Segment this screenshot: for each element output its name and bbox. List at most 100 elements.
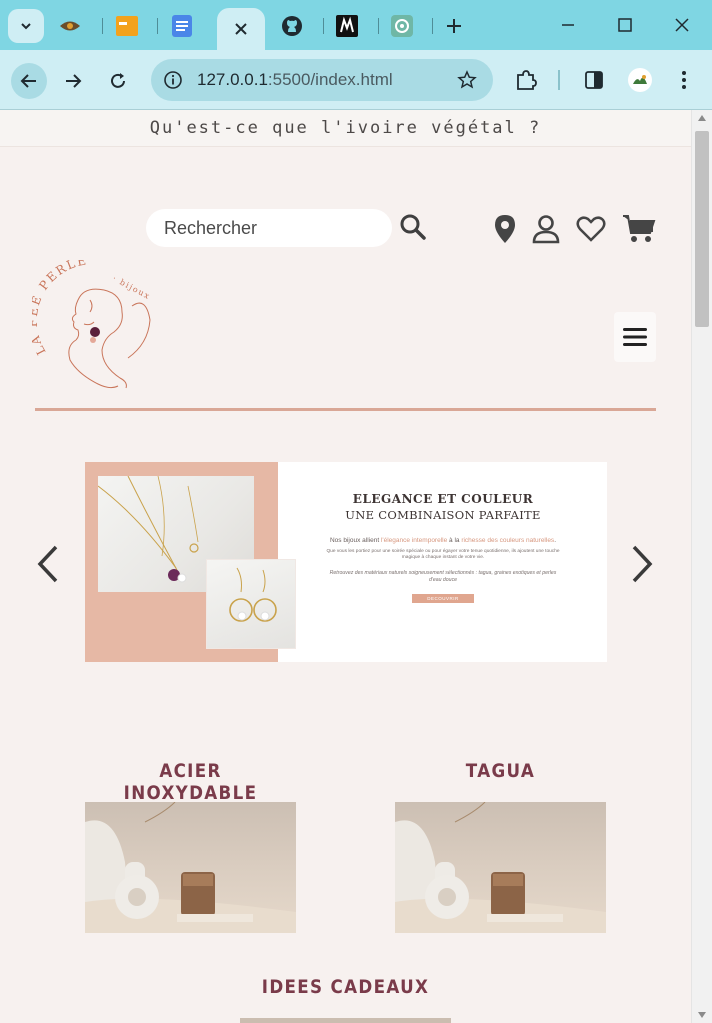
search-input[interactable] (164, 209, 384, 247)
slide-para-text: Nos bijoux allient (329, 537, 381, 544)
earring-drop (90, 337, 96, 343)
browser-menu-button[interactable] (670, 66, 698, 94)
store-locator-button[interactable] (488, 212, 522, 246)
slider-next-button[interactable] (628, 544, 656, 584)
hero-slide[interactable]: ELEGANCE ET COULEUR UNE COMBINAISON PARF… (85, 462, 607, 662)
scroll-down-arrow-icon[interactable] (698, 1012, 706, 1018)
site-info-icon[interactable] (161, 68, 185, 92)
category-image-tagua[interactable] (395, 802, 606, 933)
search-icon (400, 214, 426, 240)
minimize-icon (562, 24, 574, 26)
slide-para-accent: richesse des couleurs naturelles (461, 537, 555, 544)
account-button[interactable] (529, 212, 563, 246)
arrow-right-icon (66, 74, 82, 88)
tab-separator (378, 18, 379, 34)
side-panel-icon (585, 71, 603, 89)
tab-separator (323, 18, 324, 34)
category-image-acier[interactable] (85, 802, 296, 933)
slide-text-block: ELEGANCE ET COULEUR UNE COMBINAISON PARF… (325, 492, 561, 604)
tab-separator (157, 18, 158, 34)
search-field[interactable] (146, 209, 392, 247)
scroll-thumb[interactable] (695, 131, 709, 327)
address-bar[interactable]: 127.0.0.1:5500/index.html (151, 59, 493, 101)
toolbar-divider (558, 70, 560, 90)
page-scrollbar[interactable] (691, 110, 712, 1023)
orange-app-icon (116, 16, 138, 36)
slide-paragraph-body: Que vous les portiez pour une soirée spé… (326, 549, 560, 560)
url-host: 127.0.0.1 (197, 70, 268, 89)
extensions-button[interactable] (512, 66, 540, 94)
kebab-menu-icon (682, 71, 686, 89)
github-icon (282, 16, 302, 36)
logo-text: LA FEE PERLE (32, 260, 89, 357)
category-title-acier[interactable]: ACIER INOXYDABLE (98, 760, 284, 804)
slide-subtitle: UNE COMBINAISON PARFAITE (345, 508, 541, 522)
url-text[interactable]: 127.0.0.1:5500/index.html (197, 70, 393, 90)
tab-separator (102, 18, 103, 34)
slide-para-text: . (554, 537, 556, 544)
new-tab-button[interactable] (440, 12, 468, 40)
profile-button[interactable] (626, 66, 654, 94)
announcement-text[interactable]: Qu'est-ce que l'ivoire végétal ? (150, 118, 542, 138)
minimize-button[interactable] (548, 10, 588, 40)
header-divider (35, 408, 656, 411)
bookmark-star-icon[interactable] (455, 68, 479, 92)
arrow-left-icon (20, 74, 36, 88)
tab-m[interactable] (334, 9, 360, 43)
category-image-cadeaux[interactable] (240, 1018, 451, 1023)
announcement-bar[interactable]: Qu'est-ce que l'ivoire végétal ? (0, 110, 691, 147)
m-app-icon (336, 15, 358, 37)
eye-icon (60, 21, 80, 31)
browser-toolbar: 127.0.0.1:5500/index.html (0, 50, 712, 110)
cart-icon (623, 215, 656, 242)
tab-search-button[interactable] (8, 9, 44, 43)
slider-prev-button[interactable] (34, 544, 62, 584)
slide-paragraph-materials: Retrouvez des matériaux naturels soigneu… (329, 570, 557, 583)
slide-para-accent: l'élegance intemporelle (380, 537, 448, 544)
reload-icon (111, 73, 125, 88)
cart-button[interactable] (622, 212, 656, 246)
chevron-down-icon (21, 23, 31, 30)
tab-active[interactable] (217, 8, 265, 50)
heart-icon (576, 216, 606, 242)
page-viewport: Qu'est-ce que l'ivoire végétal ? LA FEE … (0, 110, 712, 1023)
tab-github[interactable] (278, 9, 306, 43)
tab-eye[interactable] (55, 9, 85, 43)
search-button[interactable] (398, 212, 428, 242)
plus-icon (447, 19, 461, 33)
scroll-up-arrow-icon[interactable] (698, 115, 706, 121)
earring-dot (90, 327, 100, 337)
chatgpt-icon (391, 15, 413, 37)
back-button[interactable] (11, 63, 47, 99)
url-path: :5500/index.html (267, 70, 393, 89)
tab-docs[interactable] (169, 9, 195, 43)
window-close-button[interactable] (662, 10, 702, 40)
discover-button[interactable]: DECOUVRIR (412, 594, 474, 603)
category-title-tagua[interactable]: TAGUA (408, 760, 594, 782)
hamburger-menu-button[interactable] (614, 312, 656, 362)
docs-icon (172, 15, 192, 37)
wishlist-button[interactable] (574, 212, 608, 246)
slide-para-text: à la (447, 537, 462, 544)
earrings-photo (207, 560, 295, 648)
puzzle-icon (517, 70, 537, 90)
maximize-button[interactable] (605, 10, 645, 40)
face-line-art (68, 288, 151, 389)
slide-paragraph-intro: Nos bijoux allient l'élegance intemporel… (325, 536, 561, 545)
tab-strip (0, 0, 712, 50)
tab-orange[interactable] (114, 9, 140, 43)
tab-chatgpt[interactable] (389, 9, 415, 43)
avatar-icon (628, 68, 652, 92)
reload-button[interactable] (100, 63, 136, 99)
forward-button[interactable] (55, 63, 91, 99)
close-icon[interactable] (235, 23, 247, 35)
map-pin-icon (495, 215, 515, 243)
user-icon (532, 215, 560, 244)
hamburger-icon (623, 328, 647, 346)
window-close-icon (675, 18, 689, 32)
side-panel-button[interactable] (580, 66, 608, 94)
category-title-cadeaux[interactable]: IDEES CADEAUX (253, 976, 439, 998)
brand-logo[interactable]: LA FEE PERLE · bijoux (26, 253, 154, 396)
slide-title: ELEGANCE ET COULEUR (352, 492, 534, 506)
chevron-right-icon (632, 545, 653, 583)
